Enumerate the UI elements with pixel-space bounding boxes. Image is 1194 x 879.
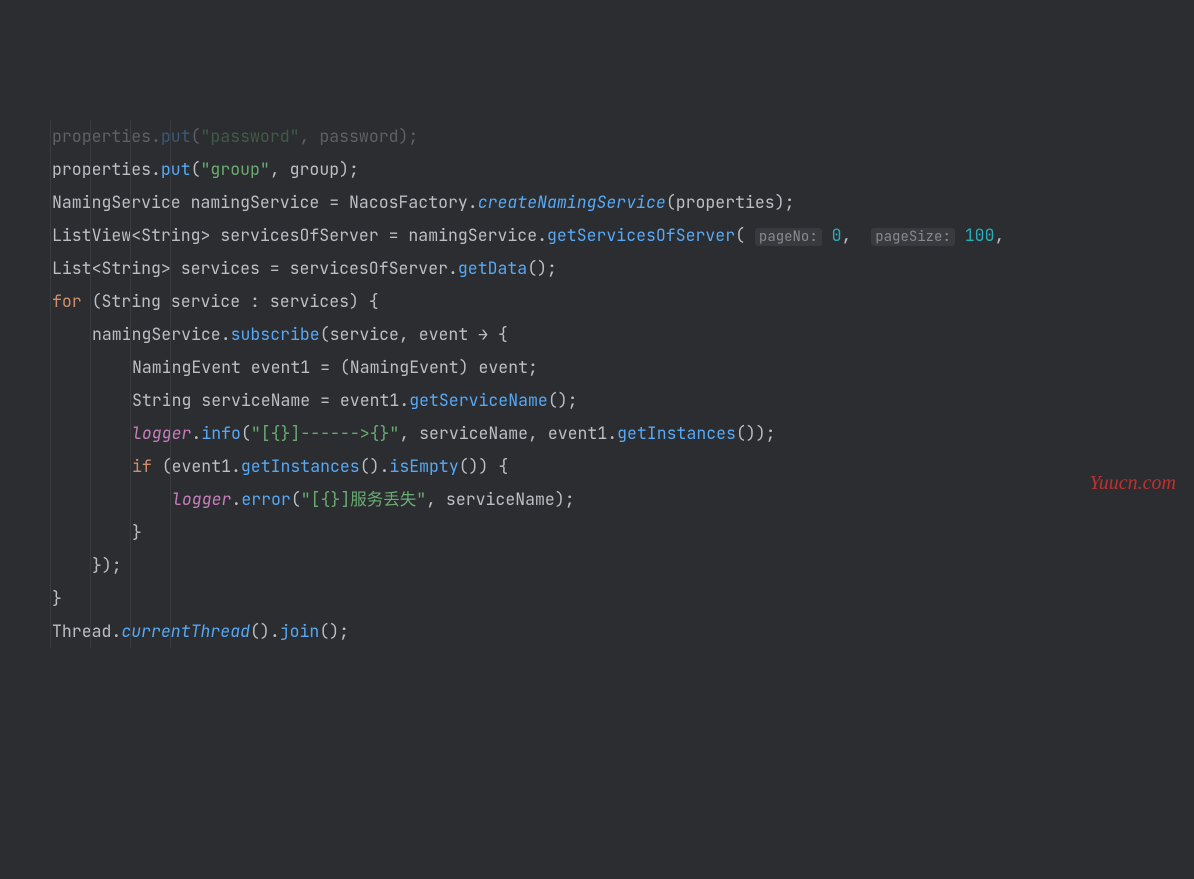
- code-token: ();: [319, 620, 349, 642]
- code-token: subscribe: [231, 323, 320, 345]
- code-line[interactable]: namingService.subscribe(service, event →…: [12, 318, 1194, 351]
- code-token: , group);: [270, 158, 359, 180]
- code-token: , serviceName);: [426, 488, 575, 510]
- code-token: Thread.: [52, 620, 121, 642]
- code-token: (event1.: [162, 455, 241, 477]
- code-token: ()) {: [459, 455, 509, 477]
- code-token: .: [231, 488, 241, 510]
- code-token: "[{}]服务丢失": [301, 488, 426, 510]
- code-token: logger: [172, 488, 231, 510]
- code-token: (String service : services) {: [92, 290, 379, 312]
- code-token: (properties);: [666, 191, 795, 213]
- indent-guide: [130, 120, 131, 648]
- code-line[interactable]: });: [12, 549, 1194, 582]
- code-token: 100: [965, 224, 995, 246]
- code-token: put: [161, 158, 191, 180]
- code-line[interactable]: Thread.currentThread().join();: [12, 615, 1194, 648]
- code-token: "password": [201, 125, 300, 147]
- code-line[interactable]: logger.error("[{}]服务丢失", serviceName);: [12, 483, 1194, 516]
- code-token: ().: [250, 620, 280, 642]
- code-line[interactable]: if (event1.getInstances().isEmpty()) {: [12, 450, 1194, 483]
- code-token: ,: [842, 224, 872, 246]
- code-token: NamingService namingService = NacosFacto…: [52, 191, 478, 213]
- code-token: List<String> services = servicesOfServer…: [52, 257, 458, 279]
- code-token: ();: [548, 389, 578, 411]
- code-token: (service, event → {: [320, 323, 508, 345]
- code-token: properties.: [52, 125, 161, 147]
- code-line[interactable]: for (String service : services) {: [12, 285, 1194, 318]
- code-token: (: [291, 488, 301, 510]
- code-token: getInstances: [617, 422, 736, 444]
- code-token: error: [241, 488, 291, 510]
- code-token: logger: [132, 422, 191, 444]
- code-token: pageSize:: [871, 228, 955, 246]
- code-token: }: [132, 521, 142, 543]
- code-token: getServiceName: [409, 389, 548, 411]
- code-line[interactable]: List<String> services = servicesOfServer…: [12, 252, 1194, 285]
- code-token: [955, 224, 965, 246]
- watermark-text: Yuucn.com: [1090, 463, 1176, 503]
- indent-guide: [170, 120, 171, 648]
- code-line[interactable]: properties.put("password", password);: [12, 120, 1194, 153]
- code-line[interactable]: properties.put("group", group);: [12, 153, 1194, 186]
- code-line[interactable]: logger.info("[{}]------>{}", serviceName…: [12, 417, 1194, 450]
- code-token: pageNo:: [755, 228, 822, 246]
- code-token: });: [92, 554, 122, 576]
- code-token: ());: [736, 422, 776, 444]
- code-token: createNamingService: [478, 191, 666, 213]
- code-token: 0: [832, 224, 842, 246]
- code-token: , serviceName, event1.: [399, 422, 617, 444]
- code-token: ListView<String> servicesOfServer = nami…: [52, 224, 547, 246]
- code-token: }: [52, 587, 62, 609]
- code-token: (: [735, 224, 755, 246]
- code-token: ,: [994, 224, 1004, 246]
- code-line[interactable]: }: [12, 516, 1194, 549]
- code-token: [822, 224, 832, 246]
- code-editor[interactable]: properties.put("password", password);pro…: [0, 120, 1194, 648]
- code-token: "group": [201, 158, 270, 180]
- code-line[interactable]: String serviceName = event1.getServiceNa…: [12, 384, 1194, 417]
- indent-guide: [50, 120, 51, 648]
- code-line[interactable]: NamingService namingService = NacosFacto…: [12, 186, 1194, 219]
- code-token: (: [191, 125, 201, 147]
- code-token: .: [191, 422, 201, 444]
- code-token: for: [52, 290, 92, 312]
- code-token: "[{}]------>{}": [251, 422, 400, 444]
- code-token: NamingEvent event1 = (NamingEvent) event…: [132, 356, 538, 378]
- code-token: properties.: [52, 158, 161, 180]
- code-token: currentThread: [121, 620, 250, 642]
- code-line[interactable]: }: [12, 582, 1194, 615]
- code-token: join: [280, 620, 320, 642]
- code-token: if: [132, 455, 162, 477]
- code-token: (: [241, 422, 251, 444]
- code-line[interactable]: ListView<String> servicesOfServer = nami…: [12, 219, 1194, 252]
- code-line[interactable]: NamingEvent event1 = (NamingEvent) event…: [12, 351, 1194, 384]
- code-token: getData: [458, 257, 527, 279]
- code-token: namingService.: [92, 323, 231, 345]
- indent-guide: [90, 120, 91, 648]
- code-token: ();: [527, 257, 557, 279]
- code-token: (: [191, 158, 201, 180]
- code-token: put: [161, 125, 191, 147]
- code-token: getServicesOfServer: [547, 224, 735, 246]
- code-token: , password);: [300, 125, 419, 147]
- code-token: ().: [360, 455, 390, 477]
- code-token: getInstances: [241, 455, 360, 477]
- code-token: String serviceName = event1.: [132, 389, 409, 411]
- code-token: isEmpty: [389, 455, 458, 477]
- code-token: info: [201, 422, 241, 444]
